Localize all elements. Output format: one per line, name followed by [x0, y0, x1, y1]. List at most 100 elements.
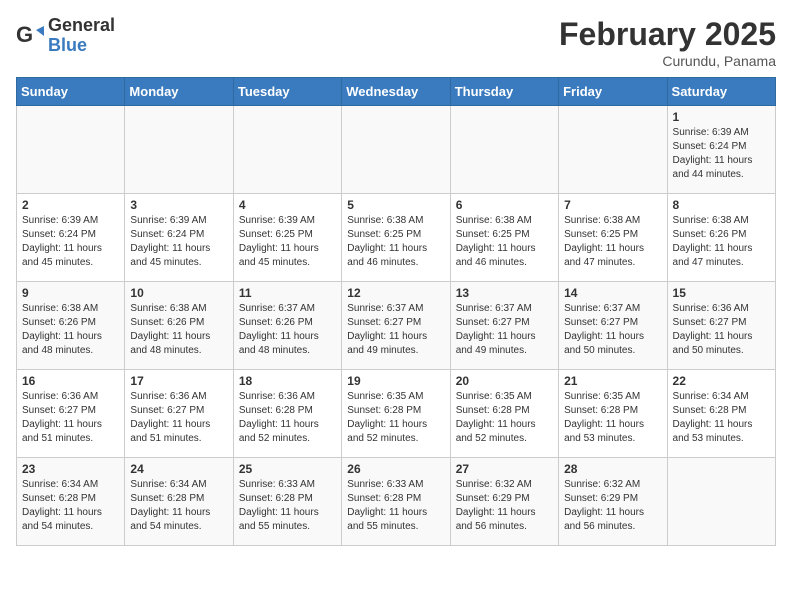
weekday-header-tuesday: Tuesday [233, 78, 341, 106]
day-info: Sunrise: 6:36 AM Sunset: 6:27 PM Dayligh… [130, 390, 227, 446]
day-info: Sunrise: 6:33 AM Sunset: 6:28 PM Dayligh… [239, 478, 336, 534]
calendar-cell [17, 106, 125, 194]
logo: G General Blue [16, 16, 115, 56]
calendar-cell: 21 Sunrise: 6:35 AM Sunset: 6:28 PM Dayli… [559, 370, 667, 458]
logo-blue-text: Blue [48, 36, 115, 56]
day-info: Sunrise: 6:39 AM Sunset: 6:24 PM Dayligh… [673, 126, 770, 182]
weekday-header-friday: Friday [559, 78, 667, 106]
calendar-cell: 4 Sunrise: 6:39 AM Sunset: 6:25 PM Daylig… [233, 194, 341, 282]
day-info: Sunrise: 6:37 AM Sunset: 6:26 PM Dayligh… [239, 302, 336, 358]
day-number: 17 [130, 374, 227, 388]
day-info: Sunrise: 6:33 AM Sunset: 6:28 PM Dayligh… [347, 478, 444, 534]
weekday-header-wednesday: Wednesday [342, 78, 450, 106]
calendar-table: SundayMondayTuesdayWednesdayThursdayFrid… [16, 77, 776, 546]
day-number: 26 [347, 462, 444, 476]
day-info: Sunrise: 6:37 AM Sunset: 6:27 PM Dayligh… [347, 302, 444, 358]
day-info: Sunrise: 6:35 AM Sunset: 6:28 PM Dayligh… [456, 390, 553, 446]
calendar-cell: 11 Sunrise: 6:37 AM Sunset: 6:26 PM Dayli… [233, 282, 341, 370]
calendar-cell [559, 106, 667, 194]
day-number: 13 [456, 286, 553, 300]
day-info: Sunrise: 6:35 AM Sunset: 6:28 PM Dayligh… [347, 390, 444, 446]
day-number: 5 [347, 198, 444, 212]
calendar-cell: 14 Sunrise: 6:37 AM Sunset: 6:27 PM Dayli… [559, 282, 667, 370]
day-info: Sunrise: 6:39 AM Sunset: 6:24 PM Dayligh… [22, 214, 119, 270]
day-number: 20 [456, 374, 553, 388]
day-info: Sunrise: 6:36 AM Sunset: 6:28 PM Dayligh… [239, 390, 336, 446]
calendar-cell: 28Sunrise: 6:32 AM Sunset: 6:29 PM Dayli… [559, 458, 667, 546]
day-number: 21 [564, 374, 661, 388]
day-info: Sunrise: 6:34 AM Sunset: 6:28 PM Dayligh… [130, 478, 227, 534]
day-info: Sunrise: 6:37 AM Sunset: 6:27 PM Dayligh… [456, 302, 553, 358]
calendar-cell: 10Sunrise: 6:38 AM Sunset: 6:26 PM Dayli… [125, 282, 233, 370]
calendar-cell: 17 Sunrise: 6:36 AM Sunset: 6:27 PM Dayli… [125, 370, 233, 458]
day-number: 3 [130, 198, 227, 212]
logo-icon: G [16, 22, 44, 50]
calendar-cell: 12 Sunrise: 6:37 AM Sunset: 6:27 PM Dayli… [342, 282, 450, 370]
calendar-cell: 27 Sunrise: 6:32 AM Sunset: 6:29 PM Dayli… [450, 458, 558, 546]
day-number: 16 [22, 374, 119, 388]
calendar-cell: 15Sunrise: 6:36 AM Sunset: 6:27 PM Dayli… [667, 282, 775, 370]
calendar-cell: 16 Sunrise: 6:36 AM Sunset: 6:27 PM Dayli… [17, 370, 125, 458]
day-info: Sunrise: 6:38 AM Sunset: 6:25 PM Dayligh… [347, 214, 444, 270]
day-info: Sunrise: 6:38 AM Sunset: 6:26 PM Dayligh… [22, 302, 119, 358]
day-number: 4 [239, 198, 336, 212]
day-number: 7 [564, 198, 661, 212]
weekday-header-monday: Monday [125, 78, 233, 106]
day-number: 11 [239, 286, 336, 300]
day-info: Sunrise: 6:36 AM Sunset: 6:27 PM Dayligh… [22, 390, 119, 446]
weekday-header-row: SundayMondayTuesdayWednesdayThursdayFrid… [17, 78, 776, 106]
calendar-cell [667, 458, 775, 546]
day-number: 25 [239, 462, 336, 476]
day-info: Sunrise: 6:32 AM Sunset: 6:29 PM Dayligh… [456, 478, 553, 534]
day-number: 27 [456, 462, 553, 476]
calendar-cell: 2 Sunrise: 6:39 AM Sunset: 6:24 PM Daylig… [17, 194, 125, 282]
day-number: 12 [347, 286, 444, 300]
day-number: 6 [456, 198, 553, 212]
day-info: Sunrise: 6:32 AM Sunset: 6:29 PM Dayligh… [564, 478, 661, 534]
day-info: Sunrise: 6:38 AM Sunset: 6:25 PM Dayligh… [564, 214, 661, 270]
day-number: 19 [347, 374, 444, 388]
calendar-cell: 19 Sunrise: 6:35 AM Sunset: 6:28 PM Dayli… [342, 370, 450, 458]
week-row-1: 2 Sunrise: 6:39 AM Sunset: 6:24 PM Daylig… [17, 194, 776, 282]
day-number: 18 [239, 374, 336, 388]
svg-text:G: G [16, 22, 33, 47]
day-number: 1 [673, 110, 770, 124]
calendar-cell: 18 Sunrise: 6:36 AM Sunset: 6:28 PM Dayli… [233, 370, 341, 458]
day-info: Sunrise: 6:39 AM Sunset: 6:25 PM Dayligh… [239, 214, 336, 270]
calendar-cell: 6 Sunrise: 6:38 AM Sunset: 6:25 PM Daylig… [450, 194, 558, 282]
day-info: Sunrise: 6:38 AM Sunset: 6:25 PM Dayligh… [456, 214, 553, 270]
location-subtitle: Curundu, Panama [559, 53, 776, 69]
day-info: Sunrise: 6:37 AM Sunset: 6:27 PM Dayligh… [564, 302, 661, 358]
calendar-cell: 24Sunrise: 6:34 AM Sunset: 6:28 PM Dayli… [125, 458, 233, 546]
day-number: 8 [673, 198, 770, 212]
calendar-cell: 26 Sunrise: 6:33 AM Sunset: 6:28 PM Dayli… [342, 458, 450, 546]
calendar-cell: 3 Sunrise: 6:39 AM Sunset: 6:24 PM Daylig… [125, 194, 233, 282]
day-info: Sunrise: 6:38 AM Sunset: 6:26 PM Dayligh… [673, 214, 770, 270]
day-number: 10 [130, 286, 227, 300]
calendar-cell: 9Sunrise: 6:38 AM Sunset: 6:26 PM Daylig… [17, 282, 125, 370]
month-title: February 2025 [559, 16, 776, 53]
page-header: G General Blue February 2025 Curundu, Pa… [16, 16, 776, 69]
logo-general-text: General [48, 16, 115, 36]
day-number: 22 [673, 374, 770, 388]
day-info: Sunrise: 6:35 AM Sunset: 6:28 PM Dayligh… [564, 390, 661, 446]
calendar-cell [125, 106, 233, 194]
logo-text: General Blue [48, 16, 115, 56]
week-row-4: 23Sunrise: 6:34 AM Sunset: 6:28 PM Dayli… [17, 458, 776, 546]
title-block: February 2025 Curundu, Panama [559, 16, 776, 69]
day-number: 14 [564, 286, 661, 300]
weekday-header-saturday: Saturday [667, 78, 775, 106]
calendar-cell: 25 Sunrise: 6:33 AM Sunset: 6:28 PM Dayli… [233, 458, 341, 546]
week-row-2: 9Sunrise: 6:38 AM Sunset: 6:26 PM Daylig… [17, 282, 776, 370]
day-info: Sunrise: 6:34 AM Sunset: 6:28 PM Dayligh… [22, 478, 119, 534]
weekday-header-sunday: Sunday [17, 78, 125, 106]
calendar-cell: 1 Sunrise: 6:39 AM Sunset: 6:24 PM Daylig… [667, 106, 775, 194]
weekday-header-thursday: Thursday [450, 78, 558, 106]
day-info: Sunrise: 6:39 AM Sunset: 6:24 PM Dayligh… [130, 214, 227, 270]
calendar-cell [233, 106, 341, 194]
calendar-cell [450, 106, 558, 194]
day-number: 2 [22, 198, 119, 212]
calendar-cell: 8 Sunrise: 6:38 AM Sunset: 6:26 PM Daylig… [667, 194, 775, 282]
calendar-cell: 5 Sunrise: 6:38 AM Sunset: 6:25 PM Daylig… [342, 194, 450, 282]
calendar-cell: 20 Sunrise: 6:35 AM Sunset: 6:28 PM Dayli… [450, 370, 558, 458]
